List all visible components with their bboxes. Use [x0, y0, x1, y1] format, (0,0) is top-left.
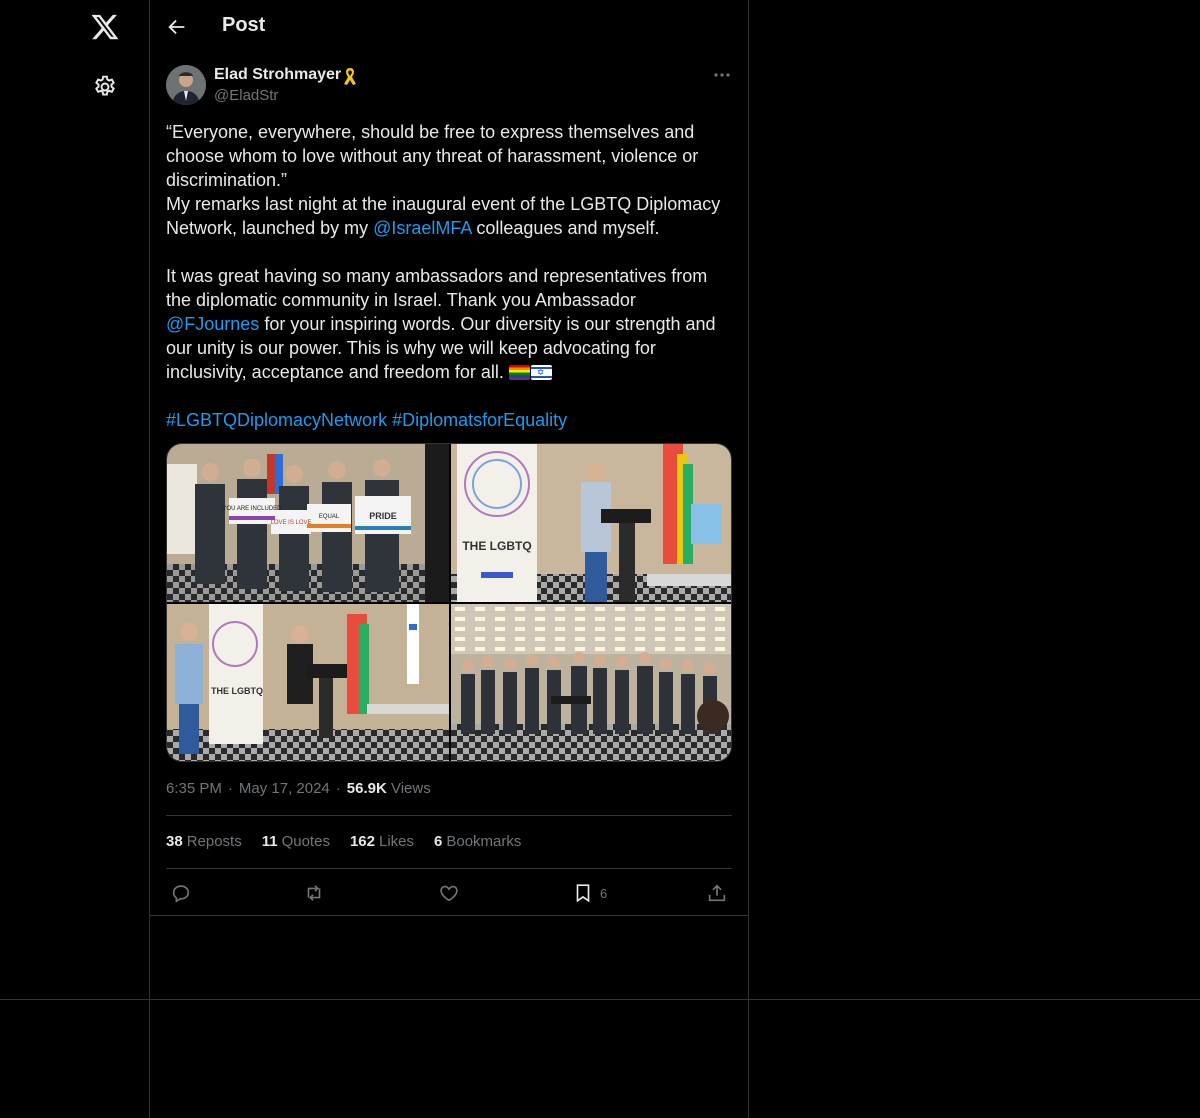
reply-icon	[172, 885, 190, 903]
text-span: It was great having so many ambassadors …	[166, 266, 708, 310]
post-bottom-border	[150, 915, 749, 916]
quotes-stat[interactable]: 11 Quotes	[262, 833, 330, 850]
tweet-text: “Everyone, everywhere, should be free to…	[166, 120, 732, 432]
arrow-left-icon[interactable]	[166, 16, 188, 38]
post-meta: 6:35 PM · May 17, 2024 · 56.9K Views	[166, 780, 431, 797]
bookmark-count: 6	[600, 885, 608, 901]
reposts-label: Reposts	[186, 833, 242, 850]
reposts-stat[interactable]: 38 Reposts	[166, 833, 242, 850]
likes-count: 162	[349, 833, 375, 850]
quotes-count: 11	[261, 833, 278, 850]
likes-label: Likes	[378, 833, 415, 850]
tweet-paragraph: My remarks last night at the inaugural e…	[166, 192, 732, 240]
photo-audience[interactable]	[451, 604, 731, 761]
photo-speaker-podium[interactable]: THE LGBTQ	[451, 444, 731, 602]
more-options-icon[interactable]	[712, 66, 732, 84]
engagement-stats: 38 Reposts 11 Quotes 162 Likes 6 Bookmarks	[166, 833, 521, 850]
sign-text: YOU ARE INCLUDED	[222, 506, 282, 512]
author-handle[interactable]: @EladStr	[214, 87, 278, 104]
hashtags: #LGBTQDiplomacyNetwork #DiplomatsforEqua…	[166, 408, 732, 432]
share-button[interactable]	[706, 882, 728, 904]
israel-flag-emoji: ✡	[530, 365, 552, 380]
left-nav	[0, 0, 150, 1118]
sign-text: PRIDE	[369, 511, 397, 521]
mention-link[interactable]: @IsraelMFA	[373, 218, 471, 238]
sign-text: LOVE IS LOVE	[270, 520, 311, 526]
banner-text: THE LGBTQ	[211, 686, 263, 696]
bookmarks-count: 6	[434, 833, 443, 850]
share-icon	[708, 884, 726, 902]
like-button[interactable]	[438, 882, 460, 904]
media-grid: YOU ARE INCLUDED LOVE IS LOVE EQUAL PRID…	[166, 443, 732, 762]
repost-icon	[307, 885, 321, 901]
likes-stat[interactable]: 162 Likes	[350, 833, 414, 850]
bookmarks-stat[interactable]: 6 Bookmarks	[434, 833, 521, 850]
divider	[166, 868, 732, 869]
x-logo-icon[interactable]	[90, 12, 120, 42]
rainbow-flag-emoji	[508, 365, 530, 380]
yellow-ribbon-icon	[344, 68, 356, 85]
views-label: Views	[390, 780, 431, 797]
banner-text: THE LGBTQ	[462, 539, 531, 553]
photo-speaker-flags[interactable]: THE LGBTQ	[167, 604, 449, 761]
tweet-paragraph: “Everyone, everywhere, should be free to…	[166, 122, 699, 190]
gear-icon[interactable]	[92, 74, 118, 100]
hashtag-link[interactable]: #DiplomatsforEquality	[392, 410, 567, 430]
post-date[interactable]: May 17, 2024	[239, 780, 330, 797]
quotes-label: Quotes	[281, 833, 330, 850]
repost-button[interactable]	[303, 882, 325, 904]
mention-link[interactable]: @FJournes	[166, 314, 259, 334]
hashtag-link[interactable]: #LGBTQDiplomacyNetwork	[166, 410, 387, 430]
avatar[interactable]	[166, 65, 206, 105]
heart-icon	[440, 885, 458, 902]
action-bar: 6	[166, 880, 732, 908]
views-count: 56.9K	[346, 780, 387, 797]
post-header: Post	[150, 0, 748, 54]
bookmark-button[interactable]: 6	[572, 882, 607, 904]
bookmark-icon	[576, 884, 590, 903]
reposts-count: 38	[166, 833, 183, 850]
separator: ·	[335, 780, 341, 797]
post-time[interactable]: 6:35 PM	[166, 780, 222, 797]
tweet-paragraph: It was great having so many ambassadors …	[166, 264, 732, 384]
page-title: Post	[222, 14, 266, 36]
bookmarks-label: Bookmarks	[446, 833, 522, 850]
separator: ·	[227, 780, 233, 797]
post-column: Post Elad Strohmayer @EladStr “Everyone,…	[150, 0, 749, 1118]
page-divider	[0, 999, 1200, 1000]
divider	[166, 815, 732, 816]
reply-button[interactable]	[170, 882, 192, 904]
text-span: colleagues and myself.	[471, 218, 660, 238]
photo-group-signs[interactable]: YOU ARE INCLUDED LOVE IS LOVE EQUAL PRID…	[167, 444, 449, 602]
author-name[interactable]: Elad Strohmayer	[214, 66, 341, 84]
sign-text: EQUAL	[319, 514, 340, 520]
